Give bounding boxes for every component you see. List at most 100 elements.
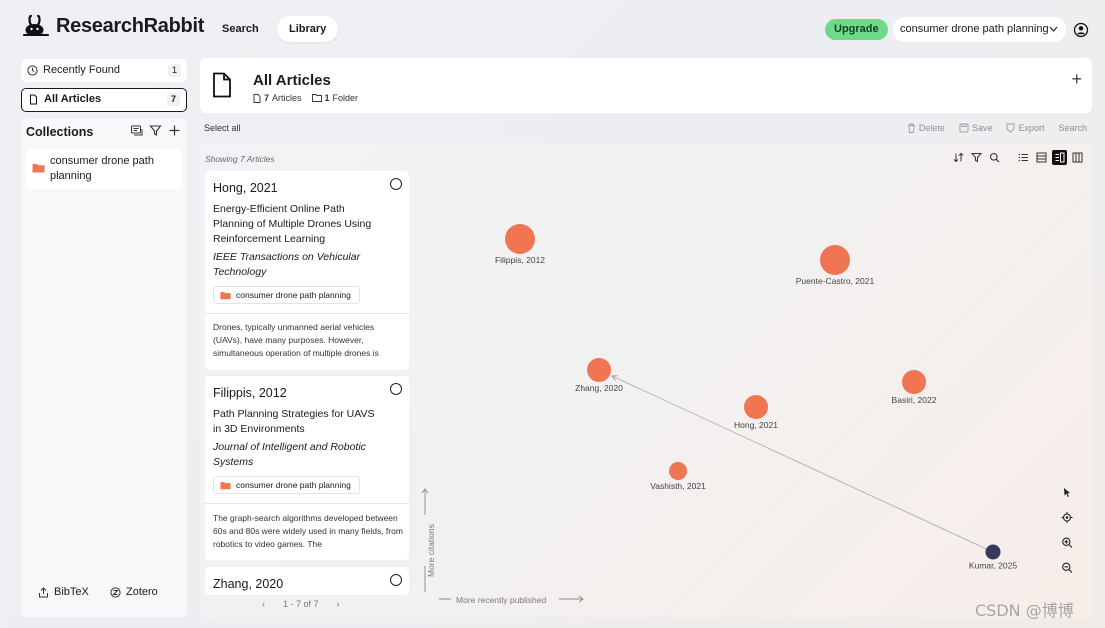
delete-label: Delete xyxy=(918,123,945,133)
zoom-in-icon[interactable] xyxy=(1061,536,1073,549)
save-button[interactable]: Save xyxy=(959,123,993,133)
brand-logo[interactable]: ResearchRabbit xyxy=(22,14,204,38)
main-header: All Articles 7 Articles 1 Folder + xyxy=(200,58,1092,113)
collections-title: Collections xyxy=(26,125,94,139)
collection-dropdown-value: consumer drone path planning xyxy=(900,23,1049,35)
filter-icon[interactable] xyxy=(969,150,984,165)
citation-graph[interactable]: Filippis, 2012 Puente-Castro, 2021 Zhang, … xyxy=(410,170,1092,610)
paper-node-basiri-2022[interactable] xyxy=(902,370,926,394)
nav-library[interactable]: Library xyxy=(277,16,339,42)
save-label: Save xyxy=(971,123,993,133)
account-icon[interactable] xyxy=(1071,20,1091,40)
document-small-icon xyxy=(253,93,261,103)
select-radio[interactable] xyxy=(390,574,402,586)
paper-node-zhang-2020[interactable] xyxy=(587,358,611,382)
article-title[interactable]: Path Planning Strategies for UAVS in 3D … xyxy=(213,407,378,437)
folders-count-word: Folder xyxy=(332,93,359,103)
x-axis-label: More recently published xyxy=(456,595,547,605)
add-collection-icon[interactable] xyxy=(168,124,181,137)
article-card[interactable]: Zhang, 2020 xyxy=(205,567,409,595)
folder-icon xyxy=(220,482,231,490)
paper-node-puente-castro-2021[interactable] xyxy=(820,245,850,275)
clock-icon xyxy=(27,65,38,76)
article-abstract: The graph-search algorithms developed be… xyxy=(213,513,403,549)
next-page-button[interactable]: › xyxy=(337,599,340,609)
list-view-icon[interactable] xyxy=(1016,150,1031,165)
count-badge: 7 xyxy=(167,93,180,106)
shared-collections-icon[interactable] xyxy=(130,124,143,137)
bibtex-button[interactable]: BibTeX xyxy=(38,586,89,598)
nav-search[interactable]: Search xyxy=(210,16,271,42)
add-icon[interactable]: + xyxy=(1071,70,1082,88)
paper-node-label: Vashisth, 2021 xyxy=(650,481,706,491)
filter-icon[interactable] xyxy=(149,124,162,137)
search-button[interactable]: Search xyxy=(1058,123,1087,133)
pointer-icon[interactable] xyxy=(1061,486,1073,499)
delete-button[interactable]: Delete xyxy=(907,123,945,133)
select-radio[interactable] xyxy=(390,178,402,190)
search-icon[interactable] xyxy=(987,150,1002,165)
split-view-icon[interactable] xyxy=(1052,150,1067,165)
paper-node-label: Zhang, 2020 xyxy=(575,383,623,393)
collection-tag-label: consumer drone path planning xyxy=(236,480,351,490)
showing-count: Showing 7 Articles xyxy=(205,154,275,164)
zotero-label: Zotero xyxy=(126,586,158,598)
upgrade-button[interactable]: Upgrade xyxy=(825,19,888,40)
articles-count: 7 Articles xyxy=(253,93,302,103)
export-button[interactable]: Export xyxy=(1006,123,1044,133)
save-icon xyxy=(959,123,969,133)
article-journal: IEEE Transactions on Vehicular Technolog… xyxy=(213,251,361,278)
articles-count-value: 7 xyxy=(264,93,270,103)
article-card[interactable]: Filippis, 2012 Path Planning Strategies … xyxy=(205,376,409,560)
pagination: ‹ 1 - 7 of 7 › xyxy=(262,599,340,609)
export-icon xyxy=(1007,123,1015,133)
collections-tools xyxy=(130,124,181,137)
divider xyxy=(205,503,409,504)
zotero-button[interactable]: Zotero xyxy=(110,586,158,598)
article-author-year: Zhang, 2020 xyxy=(213,577,284,591)
select-radio[interactable] xyxy=(390,383,402,395)
collection-tag[interactable]: consumer drone path planning xyxy=(213,286,360,304)
count-badge: 1 xyxy=(168,64,181,77)
article-author-year: Filippis, 2012 xyxy=(213,386,287,400)
bibtex-label: BibTeX xyxy=(54,586,89,598)
upload-icon xyxy=(39,586,48,597)
collection-item-label: consumer drone path planning xyxy=(50,155,154,182)
sidebar-item-label: All Articles xyxy=(44,93,102,105)
article-abstract: Drones, typically unmanned aerial vehicl… xyxy=(213,322,379,358)
export-label: Export xyxy=(1018,123,1045,133)
folder-icon xyxy=(32,164,45,173)
recenter-icon[interactable] xyxy=(1061,511,1073,524)
articles-count-word: Articles xyxy=(272,93,302,103)
article-card[interactable]: Hong, 2021 Energy-Efficient Online Path … xyxy=(205,171,409,370)
paper-node-label: Basiri, 2022 xyxy=(892,395,937,405)
chevron-down-icon xyxy=(1049,17,1058,52)
table-view-icon[interactable] xyxy=(1034,150,1049,165)
paper-node-label: Hong, 2021 xyxy=(734,420,778,430)
paper-node-kumar-2025[interactable] xyxy=(985,544,1001,560)
watermark: CSDN @博博 xyxy=(975,601,1074,620)
collection-item[interactable]: consumer drone path planning xyxy=(26,149,182,189)
collection-dropdown[interactable]: consumer drone path planning xyxy=(893,17,1066,42)
paper-node-vashisth-2021[interactable] xyxy=(669,462,687,480)
previous-page-button[interactable]: ‹ xyxy=(262,599,265,609)
column-view-icon[interactable] xyxy=(1070,150,1085,165)
page-range: 1 - 7 of 7 xyxy=(283,599,319,609)
zoom-out-icon[interactable] xyxy=(1061,561,1073,574)
y-axis-label: More citations xyxy=(426,524,436,577)
sidebar-item-all-articles[interactable]: All Articles 7 xyxy=(21,88,187,112)
sort-icon[interactable] xyxy=(951,150,966,165)
collection-tag-label: consumer drone path planning xyxy=(236,290,351,300)
paper-node-filippis-2012[interactable] xyxy=(505,224,535,254)
folder-outline-icon xyxy=(311,94,322,102)
zotero-icon xyxy=(110,586,121,598)
rabbit-logo-icon xyxy=(23,14,49,36)
folders-count-value: 1 xyxy=(324,93,330,103)
article-journal: Journal of Intelligent and Robotic Syste… xyxy=(213,441,366,468)
collection-tag[interactable]: consumer drone path planning xyxy=(213,476,360,494)
paper-node-hong-2021[interactable] xyxy=(744,395,768,419)
paper-node-label: Kumar, 2025 xyxy=(969,561,1017,571)
select-all-button[interactable]: Select all xyxy=(204,123,241,133)
article-title[interactable]: Energy-Efficient Online Path Planning of… xyxy=(213,202,383,247)
sidebar-item-recently-found[interactable]: Recently Found 1 xyxy=(21,59,187,82)
